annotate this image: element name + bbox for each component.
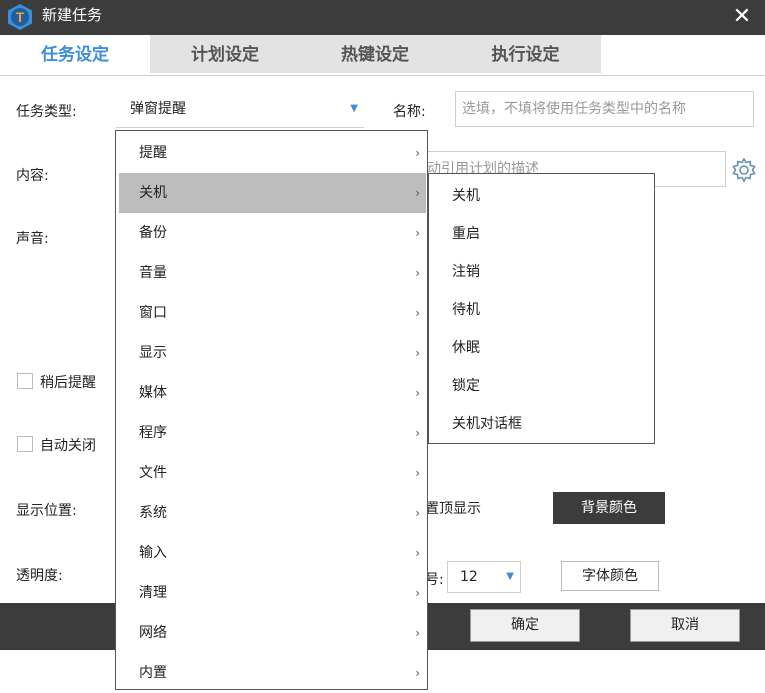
menu-item-label: 媒体 (139, 385, 167, 401)
chevron-right-icon: › (415, 386, 420, 400)
menu-item-label: 系统 (139, 505, 167, 521)
chevron-right-icon: › (415, 226, 420, 240)
menu-item-label: 音量 (139, 265, 167, 281)
font-size-value: 12 (460, 569, 478, 585)
menu-item-cleanup[interactable]: 清理 › (119, 573, 426, 613)
content-label: 内容: (16, 168, 49, 184)
menu-item-system[interactable]: 系统 › (119, 493, 426, 533)
chevron-right-icon: › (415, 186, 420, 200)
menu-item-file[interactable]: 文件 › (119, 453, 426, 493)
chevron-right-icon: › (415, 626, 420, 640)
submenu-item-label: 关机 (452, 188, 480, 204)
chevron-right-icon: › (415, 586, 420, 600)
submenu-item-label: 休眠 (452, 340, 480, 356)
auto-close-checkbox[interactable] (17, 436, 33, 452)
menu-item-label: 关机 (139, 185, 167, 201)
chevron-right-icon: › (415, 146, 420, 160)
chevron-right-icon: › (415, 266, 420, 280)
submenu-item-label: 关机对话框 (452, 416, 522, 432)
chevron-down-icon: ▼ (350, 103, 358, 114)
chevron-right-icon: › (415, 346, 420, 360)
chevron-right-icon: › (415, 466, 420, 480)
menu-item-label: 备份 (139, 225, 167, 241)
menu-item-display[interactable]: 显示 › (119, 333, 426, 373)
title-bar: T 新建任务 ✕ (0, 0, 765, 35)
chevron-right-icon: › (415, 666, 420, 680)
opacity-label: 透明度: (16, 568, 63, 584)
tab-hotkey-settings[interactable]: 热键设定 (300, 35, 450, 73)
close-icon[interactable]: ✕ (731, 3, 753, 31)
menu-item-label: 提醒 (139, 145, 167, 161)
svg-text:T: T (16, 9, 25, 25)
menu-item-label: 清理 (139, 585, 167, 601)
menu-item-label: 显示 (139, 345, 167, 361)
task-type-select[interactable]: 弹窗提醒 ▼ (116, 91, 364, 128)
window-title: 新建任务 (42, 6, 103, 24)
position-label: 显示位置: (16, 503, 77, 519)
remind-later-label: 稍后提醒 (40, 375, 96, 391)
submenu-item-restart[interactable]: 重启 (429, 215, 654, 253)
chevron-right-icon: › (415, 306, 420, 320)
menu-item-network[interactable]: 网络 › (119, 613, 426, 653)
submenu-item-label: 重启 (452, 226, 480, 242)
chevron-down-icon: ▼ (506, 571, 514, 582)
auto-close-label: 自动关闭 (40, 438, 96, 454)
menu-item-builtin[interactable]: 内置 › (119, 653, 426, 693)
menu-item-backup[interactable]: 备份 › (119, 213, 426, 253)
chevron-right-icon: › (415, 546, 420, 560)
submenu-item-shutdown-dialog[interactable]: 关机对话框 (429, 405, 654, 443)
font-size-select[interactable]: 12 ▼ (447, 561, 521, 593)
submenu-item-label: 锁定 (452, 378, 480, 394)
submenu-item-shutdown[interactable]: 关机 (429, 177, 654, 215)
gear-icon[interactable] (731, 157, 757, 183)
tab-execution-settings[interactable]: 执行设定 (450, 35, 601, 73)
name-input[interactable]: 选填，不填将使用任务类型中的名称 (455, 91, 754, 127)
chevron-right-icon: › (415, 506, 420, 520)
submenu-item-label: 注销 (452, 264, 480, 280)
menu-item-shutdown[interactable]: 关机 › (119, 173, 426, 213)
tab-task-settings[interactable]: 任务设定 (0, 35, 150, 73)
submenu-item-label: 待机 (452, 302, 480, 318)
sound-label: 声音: (16, 231, 49, 247)
name-label: 名称: (393, 104, 426, 120)
task-type-label: 任务类型: (16, 104, 77, 120)
cancel-button[interactable]: 取消 (630, 609, 740, 642)
menu-item-label: 网络 (139, 625, 167, 641)
app-logo-icon: T (8, 4, 32, 30)
background-color-button[interactable]: 背景颜色 (553, 492, 665, 524)
submenu-item-standby[interactable]: 待机 (429, 291, 654, 329)
menu-item-remind[interactable]: 提醒 › (119, 133, 426, 173)
menu-item-program[interactable]: 程序 › (119, 413, 426, 453)
menu-item-label: 输入 (139, 545, 167, 561)
tab-schedule-settings[interactable]: 计划设定 (150, 35, 300, 73)
menu-item-label: 内置 (139, 665, 167, 681)
menu-item-window[interactable]: 窗口 › (119, 293, 426, 333)
menu-item-media[interactable]: 媒体 › (119, 373, 426, 413)
menu-item-label: 文件 (139, 465, 167, 481)
menu-item-label: 窗口 (139, 305, 167, 321)
submenu-item-logoff[interactable]: 注销 (429, 253, 654, 291)
task-type-value: 弹窗提醒 (130, 101, 186, 117)
remind-later-checkbox[interactable] (17, 373, 33, 389)
topmost-label[interactable]: 置顶显示 (425, 498, 481, 518)
shutdown-submenu: 关机 重启 注销 待机 休眠 锁定 关机对话框 (428, 173, 655, 444)
task-type-menu: 提醒 › 关机 › 备份 › 音量 › 窗口 › 显示 › 媒体 › 程序 › 文件 › 系统 › … (115, 130, 428, 690)
menu-item-volume[interactable]: 音量 › (119, 253, 426, 293)
font-color-button[interactable]: 字体颜色 (561, 561, 659, 591)
submenu-item-lock[interactable]: 锁定 (429, 367, 654, 405)
menu-item-input[interactable]: 输入 › (119, 533, 426, 573)
menu-item-label: 程序 (139, 425, 167, 441)
chevron-right-icon: › (415, 426, 420, 440)
submenu-item-hibernate[interactable]: 休眠 (429, 329, 654, 367)
ok-button[interactable]: 确定 (470, 609, 580, 642)
